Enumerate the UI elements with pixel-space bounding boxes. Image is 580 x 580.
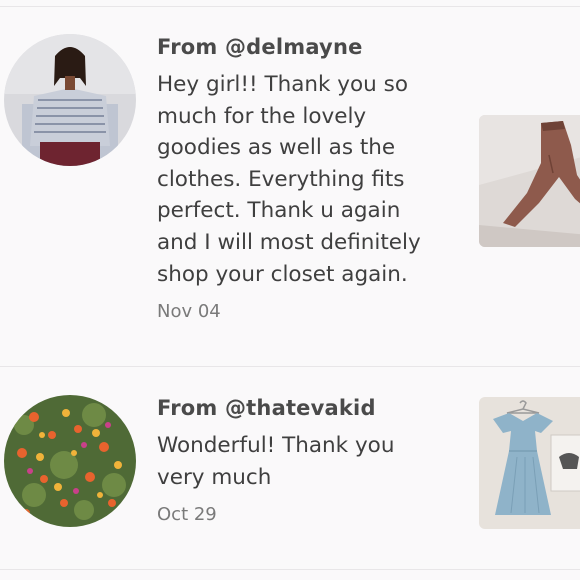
review-message: Wonderful! Thank you very much	[157, 430, 457, 493]
top-divider	[0, 6, 580, 7]
review-message-line: Hey girl!! Thank you so	[157, 72, 408, 97]
blue-dress-photo-icon	[479, 397, 580, 529]
review-message-line: clothes. Everything fits	[157, 166, 405, 192]
review-divider	[0, 569, 580, 570]
review-message-line: shop your closet again.	[157, 261, 408, 287]
reviewer-username[interactable]: From @thatevakid	[157, 396, 376, 420]
reviewer-avatar[interactable]	[4, 34, 136, 166]
flowers-photo-avatar-icon	[4, 395, 136, 527]
user-photo-avatar-icon	[4, 34, 136, 166]
review-message-line: Wonderful! Thank you	[157, 433, 395, 458]
review-message-line: goodies as well as the	[157, 135, 396, 161]
review-date: Nov 04	[157, 301, 221, 322]
reviewer-avatar[interactable]	[4, 395, 136, 527]
purchased-item-thumbnail[interactable]	[479, 115, 580, 247]
review-message-line: and I will most definitely	[157, 229, 421, 255]
review-date: Oct 29	[157, 504, 217, 525]
closet-reviews-list: From @delmayne Hey girl!! Thank you so m…	[0, 0, 580, 580]
brown-pants-photo-icon	[479, 115, 580, 247]
reviewer-username[interactable]: From @delmayne	[157, 35, 363, 59]
review-message-line: perfect. Thank u again	[157, 198, 401, 224]
review-message: Hey girl!! Thank you so much for the lov…	[157, 69, 457, 290]
purchased-item-thumbnail[interactable]	[479, 397, 580, 529]
review-divider	[0, 366, 580, 367]
review-message-line: very much	[157, 464, 272, 490]
review-message-line: much for the lovely	[157, 103, 367, 129]
